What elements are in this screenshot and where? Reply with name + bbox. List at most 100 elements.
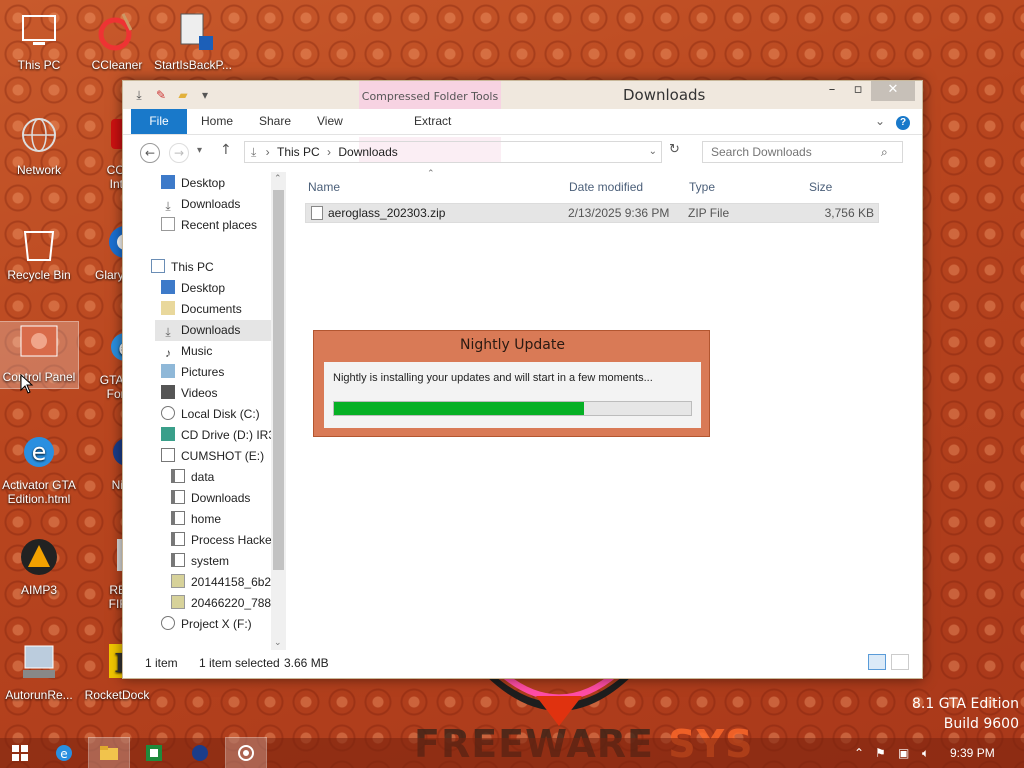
nav-item-desktop[interactable]: Desktop <box>161 173 225 194</box>
volume-muted-icon[interactable]: 🔈︎ <box>922 746 929 761</box>
nav-item-downloads-2[interactable]: ⤓ Downloads <box>155 320 271 341</box>
chevron-down-icon[interactable]: ⌄ <box>875 109 885 134</box>
desktop-icon-autorun[interactable]: AutorunRe... <box>0 640 78 702</box>
nav-item-folder-system[interactable]: system <box>171 551 229 572</box>
desktop-icon-label: StartIsBackP... <box>154 58 232 72</box>
nav-item-documents[interactable]: Documents <box>161 299 242 320</box>
column-header-date[interactable]: Date modified <box>569 177 643 197</box>
folder-icon <box>171 532 185 546</box>
properties-icon[interactable]: ✎ <box>153 87 169 103</box>
nav-item-usb-drive[interactable]: CUMSHOT (E:) <box>161 446 264 467</box>
desktop-icon-label: RocketDock <box>84 688 150 702</box>
folder-icon <box>171 511 185 525</box>
aimp-icon <box>21 539 57 575</box>
taskbar-nightly[interactable] <box>180 738 220 768</box>
taskbar-file-explorer[interactable] <box>88 737 130 768</box>
search-input[interactable] <box>702 141 903 163</box>
disk-icon <box>161 406 175 420</box>
back-button[interactable]: ← <box>140 143 160 163</box>
nav-item-folder-process-hacker[interactable]: Process Hacker <box>171 530 276 551</box>
desktop-icon-label: Activator GTA Edition.html <box>2 478 76 506</box>
build-watermark: 8.1 GTA Edition Build 9600 <box>912 694 1019 734</box>
desktop-icon-aimp3[interactable]: AIMP3 <box>0 535 78 597</box>
file-date: 2/13/2025 9:36 PM <box>568 206 670 220</box>
new-folder-icon[interactable]: ▰ <box>175 87 191 103</box>
nav-item-image-file-2[interactable]: 20466220_7883 <box>171 593 278 614</box>
scrollbar-thumb[interactable] <box>273 190 284 570</box>
nav-item-folder-home[interactable]: home <box>171 509 221 530</box>
file-row[interactable]: aeroglass_202303.zip 2/13/2025 9:36 PM Z… <box>305 203 879 223</box>
desktop-icon-startisback[interactable]: StartIsBackP... <box>154 10 232 72</box>
window-title: Downloads <box>623 86 706 104</box>
desktop-icon-ccleaner[interactable]: CCleaner <box>78 10 156 72</box>
show-hidden-icons[interactable]: ⌃ <box>854 746 864 760</box>
recent-locations-icon[interactable]: ▾ <box>197 145 202 156</box>
tab-extract[interactable]: Extract <box>414 109 451 134</box>
scroll-down-icon[interactable]: ⌄ <box>274 638 282 648</box>
nav-item-folder-downloads[interactable]: Downloads <box>171 488 250 509</box>
chevron-down-icon[interactable]: ▾ <box>197 87 213 103</box>
nav-item-desktop-2[interactable]: Desktop <box>161 278 225 299</box>
svg-text:e: e <box>60 747 67 761</box>
nav-item-this-pc[interactable]: This PC <box>151 257 214 278</box>
column-header-size[interactable]: Size <box>809 177 832 197</box>
taskbar-ie[interactable]: e <box>44 738 84 768</box>
context-tab-group: Compressed Folder Tools <box>359 81 501 109</box>
nav-item-image-file-1[interactable]: 20144158_6b2d <box>171 572 278 593</box>
desktop-icon-activator[interactable]: e Activator GTA Edition.html <box>0 430 78 506</box>
navigation-scrollbar[interactable]: ⌃ ⌄ <box>271 172 286 650</box>
nav-item-local-disk[interactable]: Local Disk (C:) <box>161 404 260 425</box>
network-icon[interactable]: ▣ <box>898 746 909 760</box>
action-center-flag-icon[interactable]: ⚑ <box>875 746 886 760</box>
start-button[interactable] <box>0 738 40 768</box>
desktop-icon-control-panel[interactable]: Control Panel <box>0 321 79 389</box>
tab-home[interactable]: Home <box>201 109 233 134</box>
column-header-type[interactable]: Type <box>689 177 715 197</box>
build-edition: 8.1 GTA Edition <box>912 696 1019 712</box>
nav-item-music[interactable]: ♪ Music <box>161 341 212 362</box>
taskbar-excel[interactable] <box>134 738 174 768</box>
address-bar[interactable]: ⤓ › This PC › Downloads ⌄ <box>244 141 662 163</box>
nav-item-videos[interactable]: Videos <box>161 383 217 404</box>
desktop-icon-label: CCleaner <box>91 58 143 72</box>
help-icon[interactable]: ? <box>896 109 910 134</box>
breadcrumb-downloads[interactable]: Downloads <box>338 145 397 159</box>
forward-button[interactable]: → <box>169 143 189 163</box>
save-icon[interactable]: ⤓ <box>131 87 147 103</box>
refresh-icon[interactable]: ↻ <box>669 142 680 157</box>
documents-icon <box>161 301 175 315</box>
details-view-button[interactable] <box>868 654 886 670</box>
title-bar[interactable]: ⤓ ✎ ▰ ▾ Compressed Folder Tools Download… <box>123 81 922 109</box>
taskbar-updater[interactable] <box>225 737 267 768</box>
nav-item-recent[interactable]: Recent places <box>161 215 257 236</box>
nav-item-project-x[interactable]: Project X (F:) <box>161 614 252 635</box>
nav-item-pictures[interactable]: Pictures <box>161 362 224 383</box>
scroll-up-icon[interactable]: ⌃ <box>274 174 282 184</box>
maximize-button[interactable]: ▫ <box>843 81 873 101</box>
nav-item-downloads[interactable]: ⤓ Downloads <box>161 194 240 215</box>
close-button[interactable]: ✕ <box>871 81 915 101</box>
large-icons-view-button[interactable] <box>891 654 909 670</box>
chevron-down-icon[interactable]: ⌄ <box>649 142 657 162</box>
mouse-cursor-icon <box>20 374 34 394</box>
image-file-icon <box>171 595 185 609</box>
progress-fill <box>334 402 584 415</box>
folder-icon <box>171 553 185 567</box>
nav-item-cd-drive[interactable]: CD Drive (D:) IR3_ <box>161 425 282 446</box>
tab-file[interactable]: File <box>131 109 187 134</box>
status-selected: 1 item selected <box>199 656 280 670</box>
breadcrumb-this-pc[interactable]: This PC <box>277 145 320 159</box>
nav-item-folder-data[interactable]: data <box>171 467 214 488</box>
tab-share[interactable]: Share <box>259 109 291 134</box>
column-header-name[interactable]: Name <box>308 177 340 197</box>
music-icon: ♪ <box>165 346 171 360</box>
tab-view[interactable]: View <box>317 109 343 134</box>
sort-ascending-icon: ⌃ <box>427 169 435 179</box>
file-size: 3,756 KB <box>824 206 874 220</box>
system-clock[interactable]: 9:39 PM <box>950 738 995 768</box>
progress-bar <box>333 401 692 416</box>
desktop-icon-network[interactable]: Network <box>0 115 78 177</box>
desktop-icon-this-pc[interactable]: This PC <box>0 10 78 72</box>
up-button[interactable]: ↑ <box>220 142 232 158</box>
desktop-icon-recycle-bin[interactable]: Recycle Bin <box>0 220 78 282</box>
